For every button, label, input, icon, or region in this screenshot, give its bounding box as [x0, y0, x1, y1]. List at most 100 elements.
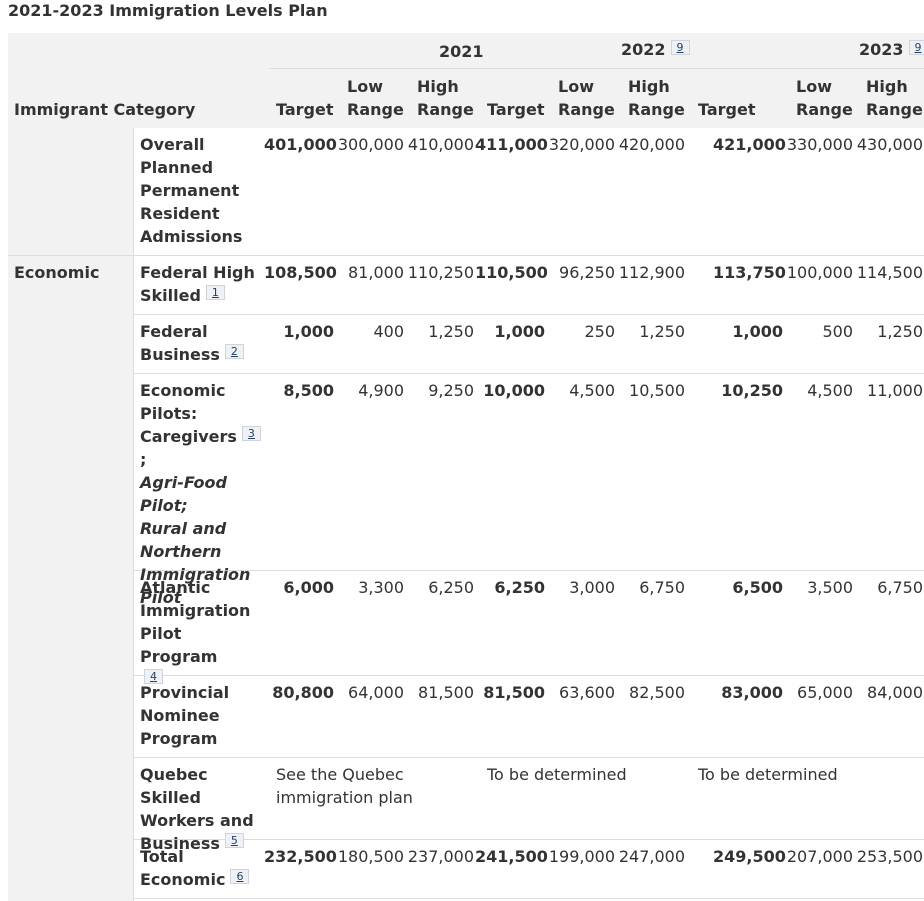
- immigration-levels-table: 2021 2022 9 2023 9 Immigrant Category Targ…: [8, 33, 924, 901]
- cell-value: 3,000: [569, 578, 615, 597]
- cell-value: 64,000: [348, 683, 404, 702]
- cell-value: 10,000: [483, 381, 545, 400]
- cell-value: 330,000: [786, 135, 853, 154]
- column-header-high: High: [628, 77, 670, 96]
- row-label-line: Resident: [140, 204, 220, 223]
- cell-value: 180,500: [337, 847, 404, 866]
- cell-value: 430,000: [856, 135, 923, 154]
- row-label-line: Nominee: [140, 706, 220, 725]
- row-label-line: Federal High: [140, 263, 255, 282]
- cell-value: 100,000: [786, 263, 853, 282]
- cell-value: 81,500: [483, 683, 545, 702]
- cell-value: 114,500: [856, 263, 923, 282]
- cell-value: 250: [584, 322, 615, 341]
- label-suffix: ;: [140, 450, 147, 469]
- footnote-link[interactable]: 3: [241, 426, 261, 441]
- cell-value: 411,000: [475, 135, 548, 154]
- cell-value: 1,000: [494, 322, 545, 341]
- cell-value: 253,500: [856, 847, 923, 866]
- row-label-line: Planned: [140, 158, 214, 177]
- year-label: 2023: [859, 40, 904, 59]
- cell-note-line: immigration plan: [276, 788, 413, 807]
- cell-value: 65,000: [797, 683, 853, 702]
- cell-value: 6,250: [428, 578, 474, 597]
- cell-value: 110,250: [407, 263, 474, 282]
- cell-value: 4,500: [807, 381, 853, 400]
- cell-note: To be determined: [487, 765, 627, 784]
- row-divider: [134, 373, 924, 374]
- cell-value: 410,000: [407, 135, 474, 154]
- row-label-line: Overall: [140, 135, 205, 154]
- row-label-line-italic: Rural and: [140, 519, 227, 538]
- row-label-line: Provincial: [140, 683, 230, 702]
- cell-value: 63,600: [559, 683, 615, 702]
- cell-value: 6,000: [283, 578, 334, 597]
- row-label-line: Skilled 1: [140, 284, 264, 307]
- cell-value: 83,000: [721, 683, 783, 702]
- row-label-line: Atlantic: [140, 578, 211, 597]
- row-divider: [134, 314, 924, 315]
- header-divider: [269, 68, 924, 69]
- table-caption: 2021-2023 Immigration Levels Plan: [8, 1, 328, 20]
- row-divider: [134, 757, 924, 758]
- column-header-high: High: [866, 77, 908, 96]
- footnote-link[interactable]: 2: [224, 344, 244, 359]
- row-divider: [8, 255, 924, 256]
- row-divider: [134, 898, 924, 899]
- cell-value: 1,250: [639, 322, 685, 341]
- row-label: Quebec Skilled Workers and Business 5: [140, 763, 264, 855]
- cell-value: 81,500: [418, 683, 474, 702]
- cell-value: 8,500: [283, 381, 334, 400]
- cell-value: 1,000: [283, 322, 334, 341]
- column-header-target: Target: [276, 100, 334, 119]
- cell-value: 113,750: [713, 263, 786, 282]
- footnote-link[interactable]: 9: [908, 40, 924, 55]
- cell-value: 237,000: [407, 847, 474, 866]
- row-label: Economic Pilots: Caregivers 3; Agri-Food Pil…: [140, 379, 264, 609]
- cell-note: See the Quebec immigration plan: [276, 763, 413, 809]
- cell-note-line: See the Quebec: [276, 765, 404, 784]
- row-label: Atlantic Immigration Pilot Program 4: [140, 576, 264, 691]
- row-label: Federal High Skilled 1: [140, 261, 264, 307]
- row-label: Total Economic 6: [140, 845, 264, 891]
- category-divider: [133, 128, 134, 901]
- cell-value: 401,000: [264, 135, 337, 154]
- footnote-link[interactable]: 9: [670, 40, 690, 55]
- cell-value: 96,250: [559, 263, 615, 282]
- cell-value: 6,250: [494, 578, 545, 597]
- cell-note: To be determined: [698, 765, 838, 784]
- column-header-target: Target: [487, 100, 545, 119]
- row-label-line: Total Economic 6: [140, 845, 264, 891]
- cell-value: 110,500: [475, 263, 548, 282]
- column-header-low: Range: [558, 100, 615, 119]
- cell-value: 84,000: [867, 683, 923, 702]
- year-header-2023: 2023 9: [859, 39, 924, 61]
- year-label: 2021: [439, 42, 484, 61]
- row-label: Overall Planned Permanent Resident Admission…: [140, 133, 264, 248]
- column-header-low: Range: [347, 100, 404, 119]
- column-header-low: Low: [796, 77, 832, 96]
- cell-value: 10,250: [721, 381, 783, 400]
- category-column-background: [8, 128, 133, 901]
- cell-value: 9,250: [428, 381, 474, 400]
- cell-value: 6,750: [877, 578, 923, 597]
- footnote-link[interactable]: 1: [205, 285, 225, 300]
- cell-value: 421,000: [713, 135, 786, 154]
- cell-value: 3,500: [807, 578, 853, 597]
- cell-value: 420,000: [618, 135, 685, 154]
- cell-value: 3,300: [358, 578, 404, 597]
- cell-value: 80,800: [272, 683, 334, 702]
- cell-value: 207,000: [786, 847, 853, 866]
- cell-value: 4,900: [358, 381, 404, 400]
- immigrant-category-header: Immigrant Category: [14, 100, 196, 119]
- row-label-line: Economic: [140, 381, 226, 400]
- cell-value: 1,250: [428, 322, 474, 341]
- row-label-line: Business 2: [140, 343, 264, 366]
- cell-value: 1,000: [732, 322, 783, 341]
- cell-value: 199,000: [548, 847, 615, 866]
- footnote-link[interactable]: 6: [230, 869, 250, 884]
- cell-value: 247,000: [618, 847, 685, 866]
- cell-value: 10,500: [629, 381, 685, 400]
- column-header-high: Range: [628, 100, 685, 119]
- cell-value: 300,000: [337, 135, 404, 154]
